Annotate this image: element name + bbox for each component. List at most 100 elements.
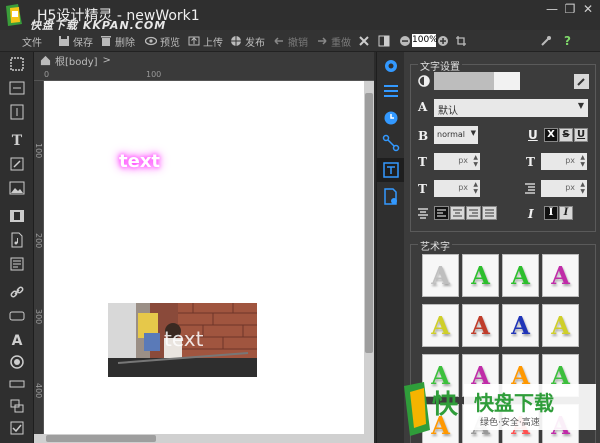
- gear-icon[interactable]: [382, 57, 400, 75]
- title-bar: H5设计精灵 - newWork1 快盘下载 KKPAN.COM — ❐ ✕: [0, 0, 600, 32]
- photo-element[interactable]: text: [108, 303, 257, 377]
- letter-spacing-input[interactable]: px ▲ ▼: [541, 153, 587, 170]
- horizontal-scrollbar[interactable]: [34, 434, 374, 443]
- art-text-style-3[interactable]: A: [502, 254, 539, 297]
- photo-overlay-text[interactable]: text: [164, 327, 203, 351]
- art-text-style-1[interactable]: A: [422, 254, 459, 297]
- art-text-letter: A: [551, 261, 570, 290]
- radio-icon: [10, 355, 24, 369]
- redo-label: 重做: [331, 37, 351, 49]
- restore-button[interactable]: ❐: [562, 2, 578, 16]
- undo-button[interactable]: 撤销: [273, 33, 308, 49]
- close-doc-button[interactable]: [358, 33, 373, 49]
- art-text-style-6[interactable]: A: [462, 304, 499, 347]
- crop-icon: [456, 36, 466, 46]
- vertical-scrollbar[interactable]: [364, 81, 374, 434]
- art-text-style-7[interactable]: A: [502, 304, 539, 347]
- help-button[interactable]: ?: [564, 33, 571, 49]
- design-canvas[interactable]: text text: [44, 81, 374, 434]
- link-tool[interactable]: [8, 284, 26, 302]
- ruler-label: 100: [146, 70, 162, 79]
- align-center-button[interactable]: [450, 206, 465, 220]
- align-left-button[interactable]: [434, 206, 449, 220]
- film-icon: [10, 210, 24, 222]
- spin-arrows-icon: ▲ ▼: [473, 181, 478, 195]
- flow-icon[interactable]: [382, 134, 400, 152]
- align-justify-button[interactable]: [482, 206, 497, 220]
- art-text-style-2[interactable]: A: [462, 254, 499, 297]
- pen-icon[interactable]: [574, 74, 589, 89]
- save-button[interactable]: 保存: [58, 33, 93, 49]
- spin-arrows-icon: ▲ ▼: [580, 181, 585, 195]
- font-family-select[interactable]: 默认 ▼: [434, 99, 588, 117]
- ruler-label: 100: [34, 143, 43, 159]
- line-height-input[interactable]: px ▲ ▼: [541, 180, 587, 197]
- help-icon: ?: [564, 34, 571, 48]
- align-right-icon: [469, 209, 478, 217]
- spin-arrows-icon: ▲ ▼: [473, 154, 478, 168]
- close-button[interactable]: ✕: [580, 2, 596, 16]
- upload-button[interactable]: 上传: [188, 33, 223, 49]
- image-tool[interactable]: [8, 180, 26, 198]
- text-tool[interactable]: T: [8, 132, 26, 150]
- checkbox-tool[interactable]: [8, 420, 26, 438]
- input-tool[interactable]: [8, 376, 26, 394]
- glow-text-element[interactable]: text: [119, 151, 160, 172]
- breadcrumb: 根[body] >: [34, 52, 374, 69]
- vspace-tool[interactable]: [8, 104, 26, 122]
- normal-style-button[interactable]: I: [544, 206, 558, 220]
- minimize-button[interactable]: —: [544, 2, 560, 16]
- underline-label: U: [528, 128, 538, 142]
- doc-settings-icon[interactable]: [382, 188, 400, 206]
- button-tool[interactable]: [8, 308, 26, 326]
- eyedropper-button[interactable]: [540, 33, 555, 49]
- radio-tool[interactable]: [8, 354, 26, 372]
- ruler-label: 400: [34, 383, 43, 399]
- chevron-down-icon: ▼: [577, 101, 584, 110]
- undo-label: 撤销: [288, 37, 308, 49]
- art-text-style-8[interactable]: A: [542, 304, 579, 347]
- fit-button[interactable]: [455, 33, 470, 49]
- zoom-in-button[interactable]: [437, 33, 452, 49]
- layout-toggle-button[interactable]: [378, 33, 393, 49]
- list-icon[interactable]: [382, 82, 400, 100]
- horizontal-scroll-thumb[interactable]: [46, 435, 156, 442]
- preview-button[interactable]: 预览: [145, 33, 180, 49]
- video-tool[interactable]: [8, 208, 26, 226]
- font-weight-select[interactable]: normal ▼: [434, 126, 478, 144]
- arttext-tool[interactable]: A: [8, 332, 26, 350]
- style-x-button[interactable]: X: [544, 128, 558, 142]
- home-icon: [40, 55, 51, 66]
- form-tool[interactable]: [8, 256, 26, 274]
- vertical-scroll-thumb[interactable]: [365, 93, 373, 353]
- clock-icon[interactable]: [382, 108, 400, 126]
- undo-icon: [274, 37, 283, 45]
- hspace-tool[interactable]: [8, 80, 26, 98]
- align-right-button[interactable]: [466, 206, 481, 220]
- strike-button[interactable]: S: [559, 128, 573, 142]
- italic-button[interactable]: I: [559, 206, 573, 220]
- layers-tool[interactable]: [8, 398, 26, 416]
- text-style-icon[interactable]: [382, 161, 400, 179]
- indent-input[interactable]: px ▲ ▼: [434, 180, 480, 197]
- breadcrumb-item-body[interactable]: 根[body]: [55, 53, 98, 68]
- publish-button[interactable]: 发布: [230, 33, 265, 49]
- select-icon: [10, 57, 24, 71]
- audio-tool[interactable]: [8, 232, 26, 250]
- art-text-style-4[interactable]: A: [542, 254, 579, 297]
- edit-tool[interactable]: [8, 156, 26, 174]
- redo-button[interactable]: 重做: [316, 33, 351, 49]
- underline-button[interactable]: U: [574, 128, 588, 142]
- chevron-down-icon: ▼: [470, 129, 476, 137]
- delete-button[interactable]: 删除: [100, 33, 135, 49]
- select-tool[interactable]: [8, 56, 26, 74]
- zoom-input[interactable]: 100%: [412, 34, 438, 47]
- v-resize-icon: [10, 104, 24, 120]
- font-size-input[interactable]: px ▲ ▼: [434, 153, 480, 170]
- file-menu-button[interactable]: 文件: [22, 33, 42, 49]
- art-text-style-5[interactable]: A: [422, 304, 459, 347]
- columns-icon: [378, 35, 390, 47]
- opacity-slider[interactable]: [434, 72, 520, 90]
- page-body[interactable]: text text: [44, 81, 365, 434]
- side-tab-strip: [376, 52, 405, 443]
